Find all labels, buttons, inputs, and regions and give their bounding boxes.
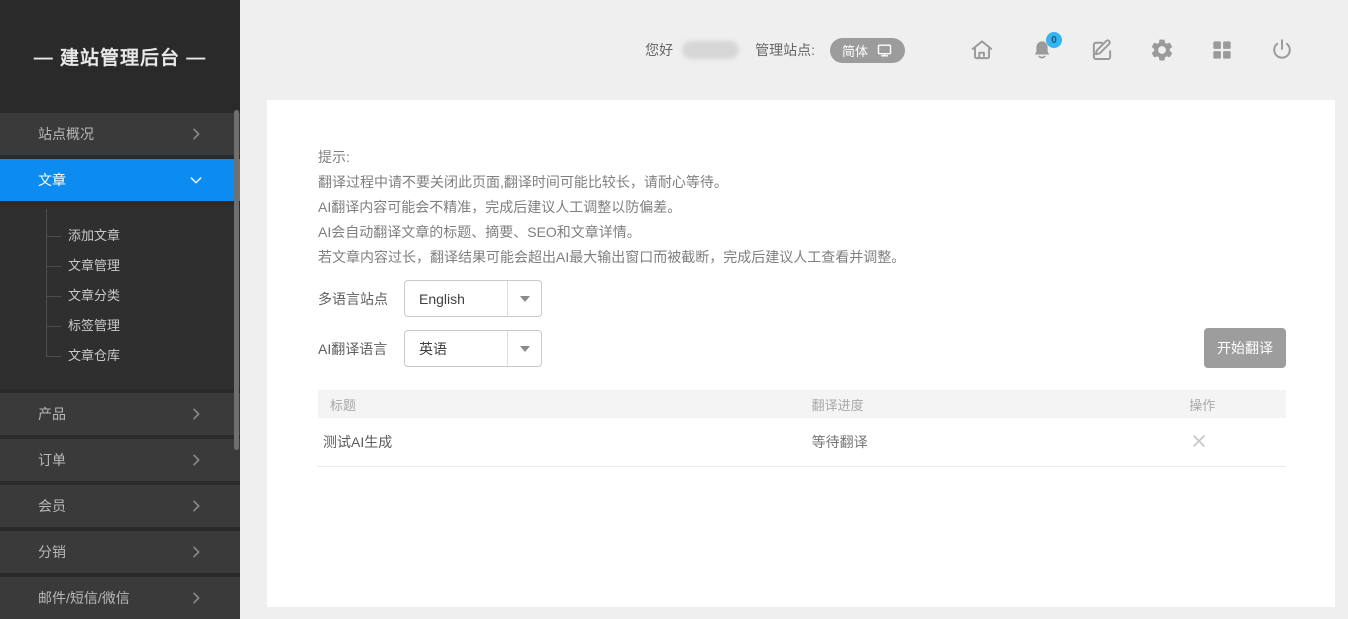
sidebar-item-label: 邮件/短信/微信 — [38, 588, 130, 608]
tips-line: AI会自动翻译文章的标题、摘要、SEO和文章详情。 — [318, 220, 905, 245]
multilingual-site-value: English — [405, 291, 507, 307]
sidebar-item-email-sms-wechat[interactable]: 邮件/短信/微信 — [0, 577, 240, 619]
tips-line: 若文章内容过长，翻译结果可能会超出AI最大输出窗口而被截断，完成后建议人工查看并… — [318, 245, 905, 270]
sidebar-item-members[interactable]: 会员 — [0, 485, 240, 527]
monitor-icon — [876, 42, 893, 59]
ai-language-value: 英语 — [405, 339, 507, 359]
sidebar-item-site-overview[interactable]: 站点概况 — [0, 113, 240, 155]
sidebar-item-products[interactable]: 产品 — [0, 393, 240, 435]
chevron-right-icon — [188, 126, 204, 142]
sidebar: — 建站管理后台 — 站点概况 文章 添加文章 文章管理 文章分类 标签管理 文… — [0, 0, 240, 619]
chevron-right-icon — [188, 590, 204, 606]
tips-block: 提示: 翻译过程中请不要关闭此页面,翻译时间可能比较长，请耐心等待。 AI翻译内… — [318, 145, 905, 270]
row-title: 测试AI生成 — [318, 432, 812, 452]
column-header-action: 操作 — [1189, 395, 1286, 414]
translation-table: 标题 翻译进度 操作 测试AI生成 等待翻译 — [318, 390, 1286, 467]
content-card: 提示: 翻译过程中请不要关闭此页面,翻译时间可能比较长，请耐心等待。 AI翻译内… — [267, 100, 1335, 607]
sidebar-item-label: 分销 — [38, 542, 66, 562]
gear-icon[interactable] — [1149, 37, 1175, 63]
sidebar-item-label: 订单 — [38, 450, 66, 470]
chevron-right-icon — [188, 544, 204, 560]
ai-language-row: AI翻译语言 英语 — [318, 330, 542, 367]
tips-line: AI翻译内容可能会不精准，完成后建议人工调整以防偏差。 — [318, 195, 905, 220]
sidebar-item-article-categories[interactable]: 文章分类 — [0, 281, 240, 311]
column-header-title: 标题 — [318, 395, 812, 414]
multilingual-site-select[interactable]: English — [404, 280, 542, 317]
articles-submenu: 添加文章 文章管理 文章分类 标签管理 文章仓库 — [0, 205, 240, 389]
chevron-right-icon — [188, 452, 204, 468]
apps-grid-icon[interactable] — [1209, 37, 1235, 63]
edit-icon[interactable] — [1089, 37, 1115, 63]
caret-down-icon — [520, 296, 530, 302]
topbar: 您好 管理站点: 简体 0 — [240, 0, 1348, 100]
close-icon[interactable] — [1189, 431, 1209, 451]
notification-count-badge: 0 — [1046, 32, 1062, 48]
sidebar-item-articles[interactable]: 文章 — [0, 159, 240, 201]
row-action-cell — [1189, 431, 1286, 454]
power-icon[interactable] — [1269, 37, 1295, 63]
sidebar-item-label: 站点概况 — [38, 124, 94, 144]
dropdown-caret-box — [507, 281, 541, 316]
start-translation-button[interactable]: 开始翻译 — [1204, 328, 1286, 368]
sidebar-item-label: 产品 — [38, 404, 66, 424]
sidebar-item-orders[interactable]: 订单 — [0, 439, 240, 481]
sidebar-item-article-repository[interactable]: 文章仓库 — [0, 341, 240, 371]
sidebar-item-label: 会员 — [38, 496, 66, 516]
sidebar-item-tag-management[interactable]: 标签管理 — [0, 311, 240, 341]
manage-site-label: 管理站点: — [755, 40, 815, 60]
ai-language-label: AI翻译语言 — [318, 339, 404, 359]
sidebar-item-label: 文章 — [38, 170, 66, 190]
ai-language-select[interactable]: 英语 — [404, 330, 542, 367]
column-header-progress: 翻译进度 — [812, 395, 1190, 414]
multilingual-site-label: 多语言站点 — [318, 289, 404, 309]
home-icon[interactable] — [969, 37, 995, 63]
sidebar-item-add-article[interactable]: 添加文章 — [0, 221, 240, 251]
dropdown-caret-box — [507, 331, 541, 366]
sidebar-item-distribution[interactable]: 分销 — [0, 531, 240, 573]
app-title: — 建站管理后台 — — [0, 0, 240, 113]
main-area: 您好 管理站点: 简体 0 提示: 翻译过程中请不 — [240, 0, 1348, 619]
language-switch-label: 简体 — [842, 41, 868, 60]
caret-down-icon — [520, 346, 530, 352]
row-progress: 等待翻译 — [812, 432, 1190, 452]
chevron-down-icon — [188, 172, 204, 188]
notifications-bell-icon[interactable]: 0 — [1029, 37, 1055, 63]
username-redacted — [682, 41, 739, 59]
tips-line: 翻译过程中请不要关闭此页面,翻译时间可能比较长，请耐心等待。 — [318, 170, 905, 195]
chevron-right-icon — [188, 406, 204, 422]
sidebar-scrollbar[interactable] — [234, 110, 239, 450]
table-header: 标题 翻译进度 操作 — [318, 390, 1286, 418]
greeting-label: 您好 — [645, 40, 673, 60]
multilingual-site-row: 多语言站点 English — [318, 280, 542, 317]
chevron-right-icon — [188, 498, 204, 514]
sidebar-item-article-management[interactable]: 文章管理 — [0, 251, 240, 281]
language-switch-button[interactable]: 简体 — [830, 38, 905, 63]
tips-title: 提示: — [318, 145, 905, 170]
table-row: 测试AI生成 等待翻译 — [318, 418, 1286, 467]
